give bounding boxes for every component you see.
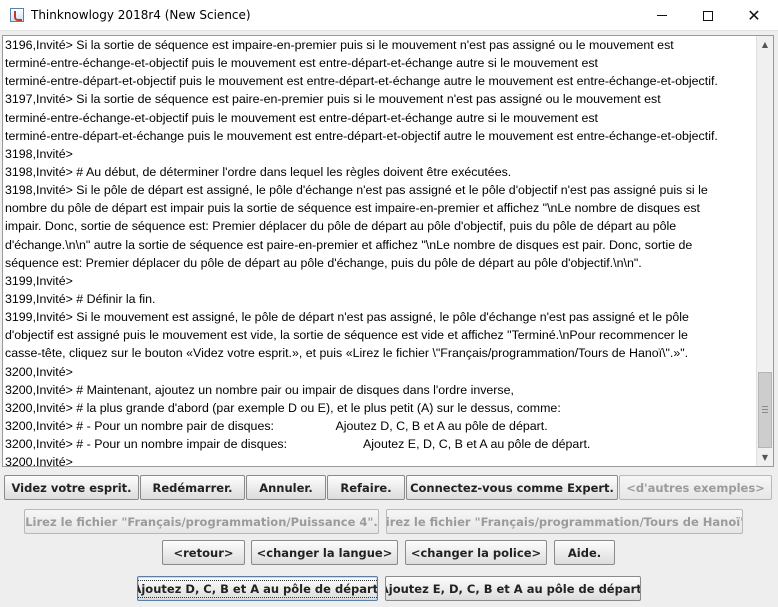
output-line: 3198,Invité> Si le pôle de départ est as… — [5, 183, 708, 198]
java-cup-icon — [10, 8, 24, 22]
maximize-icon — [703, 10, 713, 21]
minimize-icon — [657, 15, 667, 16]
output-line: 3199,Invité> # Définir la fin. — [5, 291, 156, 306]
output-line: 3200,Invité> # la plus grande d'abord (p… — [5, 400, 561, 415]
title-bar: Thinknowlogy 2018r4 (New Science) ✕ — [0, 0, 778, 31]
back-button[interactable]: <retour> — [162, 540, 245, 565]
change-language-button[interactable]: <changer la langue> — [251, 540, 398, 565]
clear-mind-button[interactable]: Videz votre esprit. — [4, 475, 139, 500]
output-line: d'objectif est assigné puis le mouvement… — [5, 328, 688, 343]
output-line: 3199,Invité> — [5, 273, 73, 288]
read-hanoi-file-button[interactable]: Lirez le fichier "Français/programmation… — [386, 509, 743, 534]
vertical-scrollbar[interactable]: ▲ ▼ — [756, 36, 773, 466]
output-line: 3198,Invité> # Au début, de déterminer l… — [5, 164, 512, 179]
restart-button[interactable]: Redémarrer. — [140, 475, 245, 500]
output-line: casse-tête, cliquez sur le bouton «Videz… — [5, 346, 689, 361]
undo-button[interactable]: Annuler. — [246, 475, 326, 500]
close-button[interactable]: ✕ — [731, 0, 777, 31]
output-line: terminé-entre-départ-et-objectif puis le… — [5, 74, 718, 89]
window-title: Thinknowlogy 2018r4 (New Science) — [31, 8, 251, 22]
output-line: 3200,Invité> # Maintenant, ajoutez un no… — [5, 382, 514, 397]
output-line: 3196,Invité> Si la sortie de séquence es… — [5, 38, 674, 52]
redo-button[interactable]: Refaire. — [327, 475, 405, 500]
output-line: séquence est: Premier déplacer du pôle d… — [5, 255, 642, 270]
login-expert-button[interactable]: Connectez-vous comme Expert. — [406, 475, 618, 500]
output-line: 3198,Invité> — [5, 146, 73, 161]
add-edcba-button[interactable]: Ajoutez E, D, C, B et A au pôle de dépar… — [385, 576, 641, 601]
output-line: 3197,Invité> Si la sortie de séquence es… — [5, 92, 661, 107]
scroll-thumb[interactable] — [758, 372, 772, 448]
output-text-area[interactable]: 3196,Invité> Si la sortie de séquence es… — [2, 35, 774, 467]
grip-line — [762, 409, 768, 410]
output-line: 3200,Invité> — [5, 364, 73, 379]
grip-line — [762, 406, 768, 407]
read-power4-file-button[interactable]: Lirez le fichier "Français/programmation… — [24, 509, 379, 534]
close-icon: ✕ — [747, 5, 761, 25]
other-examples-button[interactable]: <d'autres exemples> — [619, 475, 772, 500]
output-line: 3200,Invité> # - Pour un nombre impair d… — [5, 437, 591, 452]
change-font-button[interactable]: <changer la police> — [405, 540, 547, 565]
output-line: nombre du pôle de départ est impair puis… — [5, 201, 700, 216]
grip-line — [762, 412, 768, 413]
scroll-down-arrow-icon[interactable]: ▼ — [757, 449, 773, 466]
output-line: impair. Donc, sortie de séquence est: Pr… — [5, 219, 677, 234]
output-line: 3200,Invité> # - Pour un nombre pair de … — [5, 418, 548, 433]
output-line: terminé-entre-départ-et-échange puis le … — [5, 128, 718, 143]
output-line: 3199,Invité> Si le mouvement est assigné… — [5, 310, 689, 325]
minimize-button[interactable] — [639, 0, 685, 31]
output-line: 3200,Invité> — [5, 455, 73, 467]
output-line: terminé-entre-échange-et-objectif puis l… — [5, 56, 598, 71]
add-dcba-button[interactable]: Ajoutez D, C, B et A au pôle de départ. — [137, 576, 378, 601]
output-line: terminé-entre-échange-et-objectif puis l… — [5, 110, 598, 125]
output-text: 3196,Invité> Si la sortie de séquence es… — [5, 36, 757, 467]
help-button[interactable]: Aide. — [554, 540, 615, 565]
maximize-button[interactable] — [685, 0, 731, 31]
scroll-up-arrow-icon[interactable]: ▲ — [757, 36, 773, 53]
output-line: d'échange.\n\n" autre la sortie de séque… — [5, 237, 693, 252]
